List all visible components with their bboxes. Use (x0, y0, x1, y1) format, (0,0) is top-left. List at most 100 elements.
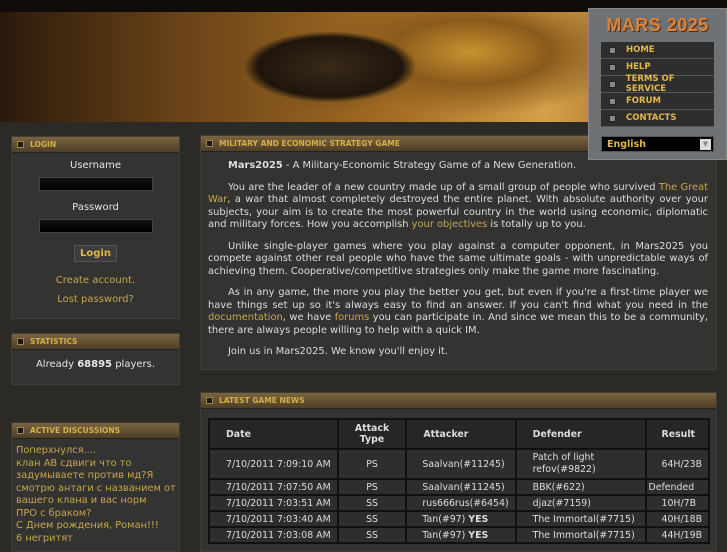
attacker-name: Tan(#97) (422, 529, 469, 541)
date-cell: 7/10/2011 7:09:10 AM (208, 448, 339, 480)
username-input[interactable] (38, 177, 153, 191)
discussion-link[interactable]: клан AB сдвиги что то задумываете против… (16, 458, 179, 508)
date-cell: 7/10/2011 7:03:08 AM (208, 526, 339, 544)
column-header: Attacker (405, 418, 517, 450)
attacker-flag: YES (468, 513, 489, 525)
discussion-link[interactable]: Поперхнулся.... (16, 445, 179, 458)
password-label: Password (72, 202, 119, 213)
game-name: Mars2025 (228, 160, 283, 171)
language-select[interactable]: English ▼ (601, 136, 714, 152)
stats-prefix: Already (35, 359, 78, 370)
discussions-panel: ACTIVE DISCUSSIONS Поперхнулся.... клан … (11, 422, 180, 552)
intro-paragraph: Join us in Mars2025. We know you'll enjo… (228, 346, 448, 357)
discussion-link[interactable]: 6 негритят (16, 533, 179, 546)
attack-type-cell: SS (336, 526, 408, 544)
text: You are the leader of a new country made… (228, 181, 659, 193)
date-cell: 7/10/2011 7:03:40 AM (208, 510, 339, 528)
attacker-name: Tan(#97) (422, 513, 469, 525)
text: is totally up to you. (487, 219, 586, 230)
panel-title: LOGIN (30, 140, 57, 149)
documentation-link[interactable]: documentation (208, 312, 283, 323)
defender-cell: The Immortal(#7715) (514, 510, 647, 528)
discussion-link[interactable]: ПРО с браком? (16, 508, 179, 521)
result-cell: 10H/7B (644, 494, 710, 512)
spaceship-artwork (245, 32, 415, 102)
forums-link[interactable]: forums (335, 312, 370, 323)
username-label: Username (70, 160, 121, 171)
news-panel: LATEST GAME NEWS Date Attack Type Attack… (200, 392, 717, 552)
table-row: 7/10/2011 7:09:10 AM PS Saalvan(#11245) … (208, 448, 710, 480)
panel-header: STATISTICS (12, 334, 179, 350)
attacker-cell: Tan(#97) YES (405, 526, 517, 544)
attack-type-cell: PS (336, 478, 408, 496)
attacker-cell: Tan(#97) YES (405, 510, 517, 528)
statistics-panel: STATISTICS Already 68895 players. (11, 333, 180, 385)
column-header: Attack Type (336, 418, 408, 450)
panel-header: ACTIVE DISCUSSIONS (12, 423, 179, 439)
bullet-icon (206, 140, 213, 147)
lost-password-link[interactable]: Lost password? (12, 294, 179, 305)
intro-paragraph: Mars2025 - A Military-Economic Strategy … (208, 160, 708, 173)
nav-forum[interactable]: FORUM (601, 93, 714, 110)
nav-terms[interactable]: TERMS OF SERVICE (601, 74, 714, 94)
login-button[interactable]: Login (74, 245, 117, 262)
create-account-link[interactable]: Create account. (12, 275, 179, 286)
login-panel: LOGIN Username Password Login Create acc… (11, 136, 180, 319)
bullet-icon (609, 114, 616, 122)
attacker-cell: Saalvan(#11245) (405, 448, 517, 480)
column-header: Result (644, 418, 710, 450)
panel-title: LATEST GAME NEWS (219, 396, 305, 405)
table-row: 7/10/2011 7:03:40 AM SS Tan(#97) YES The… (208, 510, 710, 528)
bullet-icon (609, 63, 616, 71)
stats-count: 68895 (77, 359, 113, 370)
bullet-icon (609, 80, 616, 88)
result-cell: 44H/19B (644, 526, 710, 544)
table-row: 7/10/2011 7:03:51 AM SS rus666rus(#6454)… (208, 494, 710, 512)
intro-paragraph: As in any game, the more you play the be… (208, 287, 708, 337)
nav-contacts[interactable]: CONTACTS (601, 110, 714, 127)
nav-box: MARS 2025 HOME HELP TERMS OF SERVICE FOR… (588, 8, 727, 160)
bullet-icon (17, 141, 24, 148)
intro-paragraph: You are the leader of a new country made… (208, 182, 708, 232)
date-cell: 7/10/2011 7:03:51 AM (208, 494, 339, 512)
result-cell: 40H/18B (644, 510, 710, 528)
logo[interactable]: MARS 2025 (601, 15, 714, 36)
attacker-cell: rus666rus(#6454) (405, 494, 517, 512)
bullet-icon (17, 427, 24, 434)
nav-label: TERMS OF SERVICE (625, 74, 675, 94)
password-input[interactable] (38, 219, 153, 233)
result-cell: Defended (644, 478, 710, 496)
nav-label: FORUM (626, 96, 661, 106)
column-header: Defender (514, 418, 647, 450)
date-cell: 7/10/2011 7:07:50 AM (208, 478, 339, 496)
result-cell: 64H/23B (644, 448, 710, 480)
defender-cell: Patch of light refov(#9822) (514, 448, 647, 480)
text: - A Military-Economic Strategy Game of a… (282, 160, 577, 171)
intro-paragraph: Unlike single-player games where you pla… (208, 240, 708, 277)
nav-label: CONTACTS (626, 113, 677, 123)
language-value: English (607, 138, 646, 150)
chevron-down-icon: ▼ (700, 138, 711, 150)
bullet-icon (17, 338, 24, 345)
objectives-link[interactable]: your objectives (412, 219, 488, 230)
panel-title: STATISTICS (30, 337, 78, 346)
attack-type-cell: SS (336, 494, 408, 512)
nav-home[interactable]: HOME (601, 42, 714, 59)
attacker-name: Saalvan(#11245) (422, 481, 505, 493)
table-row: 7/10/2011 7:03:08 AM SS Tan(#97) YES The… (208, 526, 710, 544)
panel-title: MILITARY AND ECONOMIC STRATEGY GAME (219, 139, 400, 148)
stats-suffix: players. (112, 359, 156, 370)
discussion-link[interactable]: С Днем рождения, Роман!!! (16, 520, 179, 533)
text: , we have (282, 312, 335, 323)
attacker-name: rus666rus(#6454) (422, 497, 509, 509)
panel-header: LATEST GAME NEWS (201, 393, 716, 409)
panel-title: ACTIVE DISCUSSIONS (30, 426, 121, 435)
nav-label: HELP (626, 62, 651, 72)
bullet-icon (206, 397, 213, 404)
text: As in any game, the more you play the be… (208, 287, 708, 311)
attacker-flag: YES (468, 529, 489, 541)
news-table: Date Attack Type Attacker Defender Resul… (208, 418, 710, 544)
player-count: Already 68895 players. (12, 350, 179, 370)
attacker-name: Saalvan(#11245) (422, 458, 505, 470)
defender-cell: BBK(#622) (514, 478, 647, 496)
